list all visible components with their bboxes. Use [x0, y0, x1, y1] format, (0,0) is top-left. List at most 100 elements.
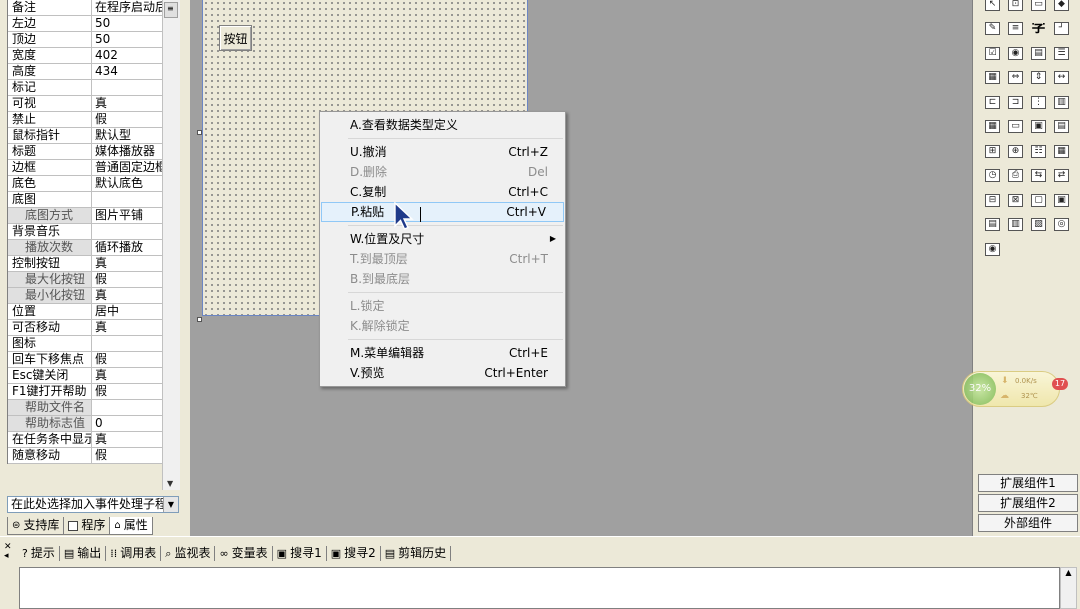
resize-handle-left[interactable]: [197, 130, 202, 135]
odbc-tool[interactable]: ◎: [1050, 213, 1073, 238]
output-area[interactable]: [19, 567, 1060, 609]
property-value[interactable]: 434: [91, 64, 162, 79]
client-tool[interactable]: ⊟: [981, 188, 1004, 213]
property-row[interactable]: 回车下移焦点假: [8, 352, 162, 368]
server-tool[interactable]: ⊠: [1004, 188, 1027, 213]
notification-badge[interactable]: 17: [1052, 378, 1068, 390]
property-row[interactable]: 位置 居中: [8, 304, 162, 320]
property-row[interactable]: 底图: [8, 192, 162, 208]
property-value[interactable]: 假: [91, 352, 162, 367]
property-value[interactable]: 普通固定边框: [91, 160, 162, 175]
property-row[interactable]: 播放次数 循环播放: [8, 240, 162, 256]
bottom-tab[interactable]: ▤ 输出: [60, 545, 107, 561]
frame-tool[interactable]: ▣: [1050, 188, 1073, 213]
property-value[interactable]: 默认型: [91, 128, 162, 143]
tab-support-library[interactable]: ⊜ 支持库: [7, 517, 65, 535]
property-row[interactable]: 可否移动真: [8, 320, 162, 336]
property-value[interactable]: 真: [91, 256, 162, 271]
checkbox-tool[interactable]: ☑: [981, 41, 1004, 66]
form-button[interactable]: 按钮: [219, 25, 252, 51]
property-value[interactable]: 真: [91, 432, 162, 447]
scroll-down-icon[interactable]: ▼: [167, 479, 173, 488]
event-handler-select[interactable]: 在此处选择加入事件处理子程序 ▼: [7, 496, 179, 513]
database-tool[interactable]: ▤: [981, 213, 1004, 238]
tree-tool[interactable]: ⊞: [981, 139, 1004, 164]
property-row[interactable]: 左边 50: [8, 16, 162, 32]
bottom-tab[interactable]: ⌕ 监视表: [161, 545, 216, 561]
property-value[interactable]: [91, 80, 162, 95]
bottom-tab[interactable]: ⁞⁞ 调用表: [106, 545, 162, 561]
property-row[interactable]: 标记: [8, 80, 162, 96]
property-row[interactable]: Esc键关闭真: [8, 368, 162, 384]
close-icon[interactable]: ✕ ◂: [4, 543, 12, 561]
bottom-tab[interactable]: ▤ 剪辑历史: [381, 545, 452, 561]
property-value[interactable]: 居中: [91, 304, 162, 319]
socket-tool[interactable]: ⇄: [1050, 164, 1073, 189]
menu-item[interactable]: U.撤消 Ctrl+Z: [320, 142, 565, 162]
line-tool[interactable]: ┘: [1050, 17, 1073, 42]
property-value[interactable]: 在程序启动后: [91, 0, 162, 15]
property-row[interactable]: 禁止假: [8, 112, 162, 128]
picture-tool[interactable]: ⊡: [1004, 0, 1027, 17]
chevron-down-icon[interactable]: ▼: [163, 497, 178, 512]
image-box-tool[interactable]: ▭: [1027, 0, 1050, 17]
property-row[interactable]: 高度 434: [8, 64, 162, 80]
property-row[interactable]: 最大化按钮假: [8, 272, 162, 288]
property-row[interactable]: 在任务条中显示真: [8, 432, 162, 448]
property-value[interactable]: 真: [91, 368, 162, 383]
grid-tool[interactable]: ▦: [981, 115, 1004, 140]
menu-item[interactable]: P.粘贴 Ctrl+V: [321, 202, 564, 222]
property-row[interactable]: F1键打开帮助假: [8, 384, 162, 400]
property-row[interactable]: 帮助标志值 0: [8, 416, 162, 432]
shape-tool[interactable]: ◆: [1050, 0, 1073, 17]
menu-item[interactable]: A.查看数据类型定义: [320, 115, 565, 135]
network-speed-widget[interactable]: 32% ⬇ 0.0K/s ☁ 32℃: [962, 371, 1060, 407]
listbox-tool[interactable]: ☰: [1050, 41, 1073, 66]
property-value[interactable]: 媒体播放器: [91, 144, 162, 159]
progress-tool[interactable]: ▥: [1050, 90, 1073, 115]
bottom-tab[interactable]: ▣ 搜寻2: [327, 545, 381, 561]
design-area[interactable]: 按钮: [190, 0, 972, 536]
menu-item[interactable]: W.位置及尺寸 ▶: [320, 229, 565, 249]
scroll-thumb[interactable]: ≡: [164, 2, 178, 18]
extension-components-2-button[interactable]: 扩展组件2: [978, 494, 1078, 512]
hscroll-tool[interactable]: ↔: [1050, 66, 1073, 91]
property-value[interactable]: 0: [91, 416, 162, 431]
property-value[interactable]: [91, 400, 162, 415]
network-tool[interactable]: ⊕: [1004, 139, 1027, 164]
radio-tool[interactable]: ◉: [1004, 41, 1027, 66]
property-value[interactable]: 402: [91, 48, 162, 63]
property-value[interactable]: 真: [91, 96, 162, 111]
property-value[interactable]: 默认底色: [91, 176, 162, 191]
property-value[interactable]: 50: [91, 32, 162, 47]
menu-item[interactable]: V.预览 Ctrl+Enter: [320, 363, 565, 383]
vertical-scroll-tool[interactable]: ⇕: [1027, 66, 1050, 91]
output-scrollbar[interactable]: ▲: [1060, 567, 1077, 609]
property-row[interactable]: 标题 媒体播放器: [8, 144, 162, 160]
printer-tool[interactable]: ⎙: [1004, 164, 1027, 189]
property-row[interactable]: 背景音乐: [8, 224, 162, 240]
property-value[interactable]: 50: [91, 16, 162, 31]
property-row[interactable]: 底色 默认底色: [8, 176, 162, 192]
bottom-tab[interactable]: ∞ 变量表: [215, 545, 273, 561]
date-tool[interactable]: ⊐: [1004, 90, 1027, 115]
pointer-tool[interactable]: ↖: [981, 0, 1004, 17]
property-row[interactable]: 底图方式 图片平铺: [8, 208, 162, 224]
resize-handle-bottom-left[interactable]: [197, 317, 202, 322]
property-row[interactable]: 图标: [8, 336, 162, 352]
tab-program[interactable]: 程序: [63, 517, 111, 535]
property-row[interactable]: 控制按钮真: [8, 256, 162, 272]
tab-properties[interactable]: ⌂ 属性: [109, 517, 153, 535]
property-value[interactable]: 假: [91, 448, 162, 463]
property-scrollbar[interactable]: ≡ ▼: [162, 0, 180, 490]
property-value[interactable]: [91, 336, 162, 351]
calendar-tool[interactable]: ▦: [1050, 139, 1073, 164]
external-components-button[interactable]: 外部组件: [978, 514, 1078, 532]
property-value[interactable]: 假: [91, 272, 162, 287]
list-tool[interactable]: ▦: [981, 66, 1004, 91]
transfer-tool[interactable]: ⇆: [1027, 164, 1050, 189]
property-row[interactable]: 边框 普通固定边框: [8, 160, 162, 176]
property-value[interactable]: 图片平铺: [91, 208, 162, 223]
bottom-tab[interactable]: ? 提示: [18, 545, 60, 561]
multiline-edit-tool[interactable]: ≡: [1004, 17, 1027, 42]
